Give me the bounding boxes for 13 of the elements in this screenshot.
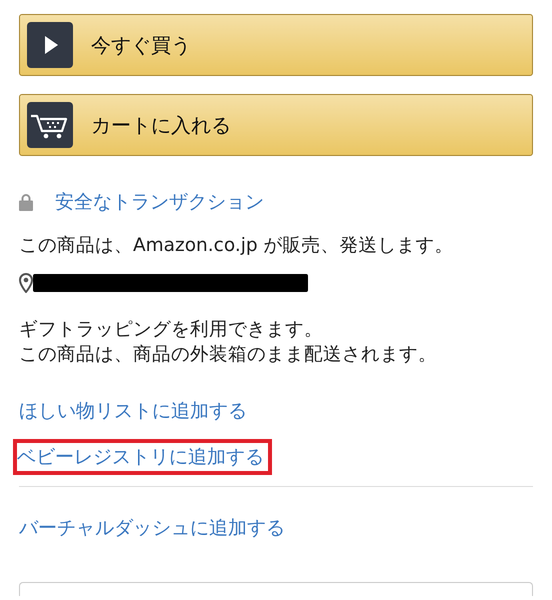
add-to-dash-link[interactable]: バーチャルダッシュに追加する bbox=[19, 514, 285, 542]
add-to-cart-button[interactable]: カートに入れる bbox=[19, 94, 533, 156]
location-pin-icon bbox=[19, 273, 33, 293]
lock-icon bbox=[19, 193, 33, 211]
play-icon bbox=[27, 22, 73, 68]
info-text: この商品は、商品の外装箱のまま配送されます。 bbox=[19, 343, 437, 367]
secure-transaction-link[interactable]: 安全なトランザクション bbox=[55, 189, 264, 215]
add-to-list-link[interactable]: ほしい物リストに追加する bbox=[19, 397, 251, 425]
info-text: ギフトラッピングを利用できます。 bbox=[19, 318, 324, 342]
buy-now-button[interactable]: 今すぐ買う bbox=[19, 14, 533, 76]
add-to-list-link[interactable]: ベビーレジストリに追加する bbox=[13, 439, 272, 475]
cart-icon bbox=[27, 102, 73, 148]
seller-text: この商品は、Amazon.co.jp が販売、発送します。 bbox=[19, 234, 454, 258]
